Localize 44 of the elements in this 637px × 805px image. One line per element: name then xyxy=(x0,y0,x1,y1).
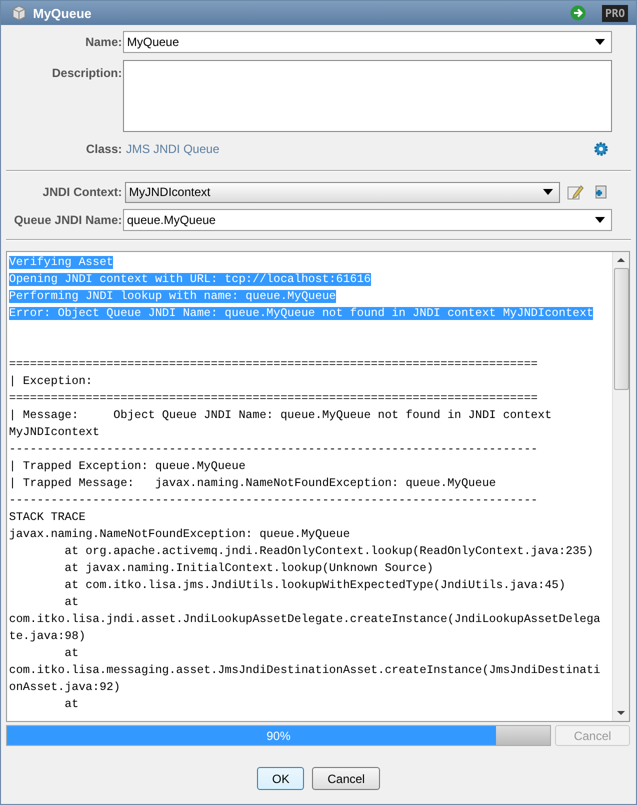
log-line: at org.apache.activemq.jndi.ReadOnlyContext.lookup(ReadOnlyContext.java:235) xyxy=(64,545,594,558)
log-line: | Message: Object Queue JNDI Name: queue.MyQueue not found in JNDI context xyxy=(9,409,552,422)
caret-icon xyxy=(595,217,605,223)
log-line: te.java:98) xyxy=(9,630,86,643)
edit-icon[interactable] xyxy=(566,183,584,201)
log-line: com.itko.lisa.jndi.asset.JndiLookupAssetDelegate.createInstance(JndiLookupAssetDelega xyxy=(9,613,600,626)
log-line: onAsset.java:92) xyxy=(9,681,120,694)
caret-icon xyxy=(595,39,605,45)
field-label: Queue JNDI Name: xyxy=(12,213,122,227)
log-line: ============================================================================ xyxy=(9,358,538,371)
log-line: | Trapped Message: javax.naming.NameNotFoundException: queue.MyQueue xyxy=(9,477,496,490)
log-line: STACK TRACE xyxy=(9,511,86,524)
field-label: Name: xyxy=(84,35,122,49)
pro-badge: PRO xyxy=(602,4,628,22)
scrollbar[interactable] xyxy=(612,252,629,721)
log-line: at xyxy=(64,647,79,660)
gear-icon[interactable] xyxy=(593,141,609,157)
log-line: ---------------------------------------------------------------------------- xyxy=(9,443,538,456)
log-line: ---------------------------------------------------------------------------- xyxy=(9,494,538,507)
log-line: at com.itko.lisa.jms.JndiUtils.lookupWithExpectedType(JndiUtils.java:45) xyxy=(64,579,566,592)
window-title: MyQueue xyxy=(33,6,92,20)
log-line: at xyxy=(64,596,79,609)
log-line: MyJNDIcontext xyxy=(9,426,100,439)
class-value: JMS JNDI Queue xyxy=(126,142,220,156)
queue-jndi-name-field[interactable]: queue.MyQueue xyxy=(123,209,612,231)
ok-button[interactable]: OK xyxy=(257,767,304,790)
caret-icon xyxy=(543,189,553,195)
log-line: | Trapped Exception: queue.MyQueue xyxy=(9,460,246,473)
arrow-right-icon[interactable] xyxy=(570,5,586,21)
cube-icon xyxy=(11,5,27,21)
log-line: com.itko.lisa.messaging.asset.JmsJndiDestinationAsset.createInstance(JmsJndiDestinati xyxy=(9,664,600,677)
log-line: | Exception: xyxy=(9,375,92,388)
log-line: ============================================================================ xyxy=(9,392,538,405)
jndi-context-dropdown[interactable]: MyJNDIcontext xyxy=(125,182,560,202)
description-field[interactable] xyxy=(123,60,612,132)
log-line: at xyxy=(64,698,79,711)
name-field[interactable]: MyQueue xyxy=(123,31,612,53)
progress-reading: 90% xyxy=(265,729,292,743)
field-label: Class: xyxy=(84,142,122,156)
log-line: javax.naming.NameNotFoundException: queue.MyQueue xyxy=(9,528,350,541)
cancel-button[interactable]: Cancel xyxy=(312,767,380,790)
field-label: JNDI Context: xyxy=(42,185,122,199)
log-line: at javax.naming.InitialContext.lookup(Unknown Source) xyxy=(64,562,434,575)
field-label: Description: xyxy=(50,65,122,80)
